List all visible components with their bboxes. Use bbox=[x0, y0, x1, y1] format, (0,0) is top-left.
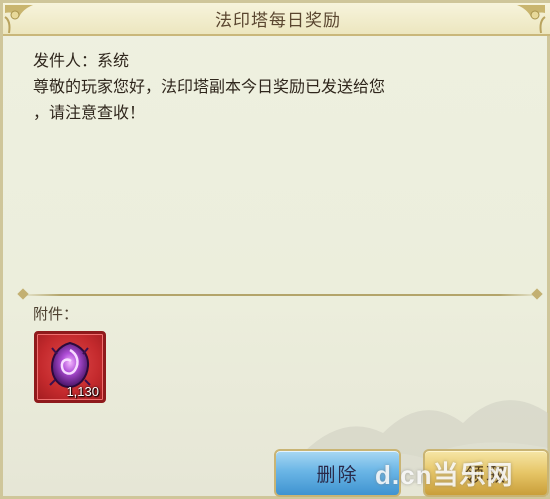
attachment-slot[interactable]: 1,130 bbox=[34, 331, 106, 403]
divider-diamond-icon bbox=[17, 288, 29, 300]
mail-body-line: 尊敬的玩家您好，法印塔副本今日奖励已发送给您 bbox=[33, 77, 386, 96]
title-bar: 法印塔每日奖励 bbox=[3, 3, 550, 36]
section-divider bbox=[17, 288, 543, 300]
corner-ornament-left-icon bbox=[4, 5, 33, 34]
attachment-quantity: 1,130 bbox=[66, 384, 99, 399]
attachments-label: 附件： bbox=[33, 305, 79, 323]
mail-body-line: ，请注意查收！ bbox=[33, 103, 146, 122]
divider-diamond-icon bbox=[531, 288, 543, 300]
mail-sender: 发件人：系统 bbox=[33, 51, 130, 70]
site-watermark: d.cn当乐网 bbox=[375, 460, 514, 490]
mail-dialog: 法印塔每日奖励 发件人：系统 尊敬的玩家您好，法印塔副本今日奖励已发送给您 ，请… bbox=[0, 0, 550, 499]
dialog-title: 法印塔每日奖励 bbox=[215, 11, 341, 31]
purple-gem-icon bbox=[49, 341, 91, 389]
corner-ornament-right-icon bbox=[517, 5, 546, 34]
